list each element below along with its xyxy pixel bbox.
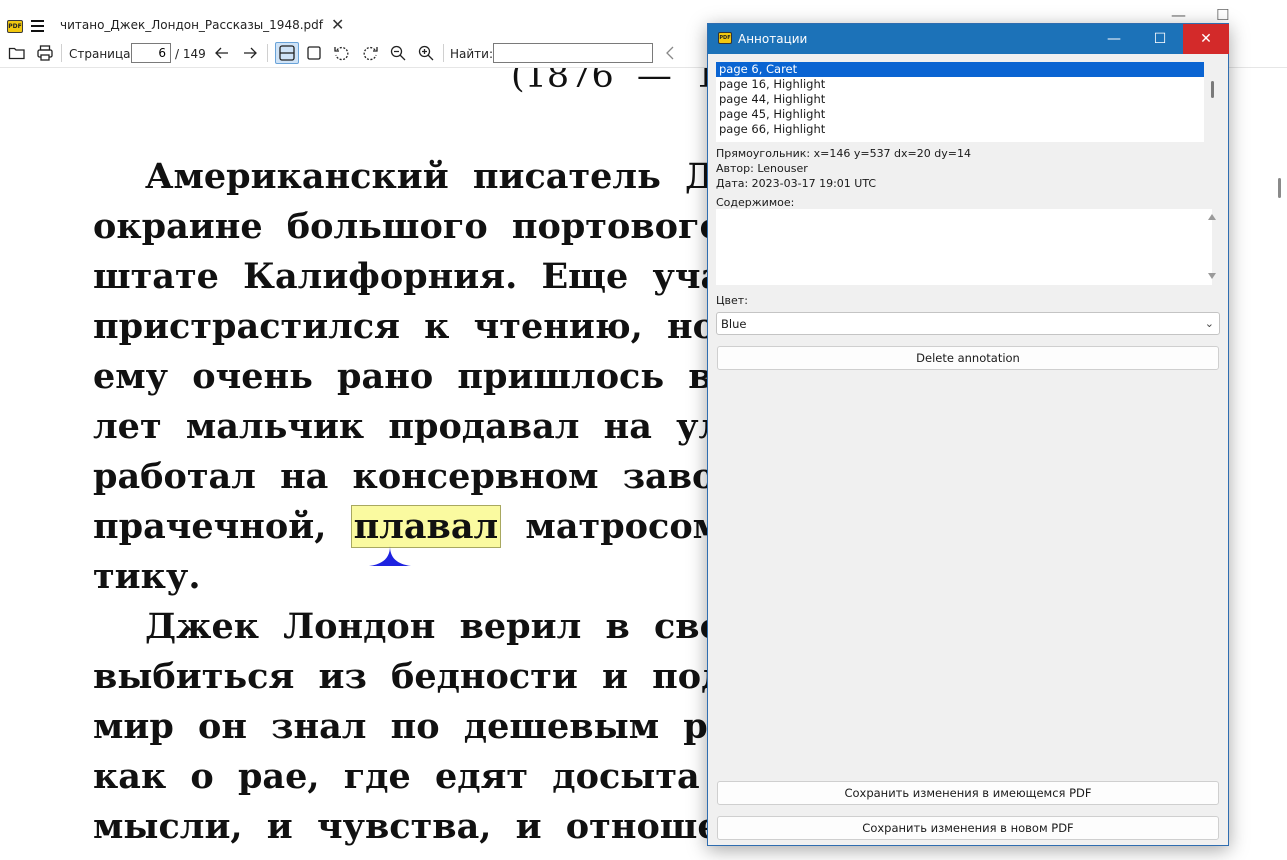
caret-annotation-icon[interactable] bbox=[369, 544, 411, 568]
scroll-up-icon[interactable] bbox=[1208, 214, 1216, 220]
annotation-date: Дата: 2023-03-17 19:01 UTC bbox=[716, 177, 877, 190]
text-line: Джек Лондон верил в свои bbox=[145, 606, 749, 647]
maximize-icon[interactable]: ☐ bbox=[1216, 6, 1229, 24]
app-logo-icon: PDF bbox=[7, 20, 23, 33]
text-line: окраине большого портового го bbox=[93, 206, 792, 247]
annotations-list[interactable]: page 6, Caret page 16, Highlight page 44… bbox=[716, 62, 1204, 142]
tab-close-icon[interactable]: ✕ bbox=[331, 15, 344, 34]
text-line: (1876 — 19 bbox=[511, 68, 740, 96]
dialog-minimize-icon[interactable]: — bbox=[1091, 24, 1137, 54]
toolbar-separator bbox=[443, 44, 444, 62]
color-select[interactable]: Blue ⌄ bbox=[716, 312, 1220, 335]
annotation-author: Автор: Lenouser bbox=[716, 162, 808, 175]
fit-width-icon[interactable] bbox=[275, 42, 299, 64]
annotation-item[interactable]: page 16, Highlight bbox=[716, 77, 1204, 92]
scroll-down-icon[interactable] bbox=[1208, 273, 1216, 279]
chevron-down-icon: ⌄ bbox=[1204, 317, 1214, 330]
print-icon[interactable] bbox=[36, 44, 54, 62]
fit-page-icon[interactable] bbox=[305, 44, 323, 62]
find-label: Найти: bbox=[450, 47, 494, 61]
rotate-right-icon[interactable] bbox=[361, 44, 379, 62]
minimize-icon[interactable]: — bbox=[1171, 6, 1186, 24]
save-new-pdf-button[interactable]: Сохранить изменения в новом PDF bbox=[717, 816, 1219, 840]
toolbar-separator bbox=[267, 44, 268, 62]
text-line: Американский писатель Дже bbox=[145, 156, 774, 197]
app-logo-icon: PDF bbox=[718, 32, 732, 44]
open-folder-icon[interactable] bbox=[8, 44, 26, 62]
content-label: Содержимое: bbox=[716, 196, 795, 209]
annotation-item[interactable]: page 6, Caret bbox=[716, 62, 1204, 77]
save-existing-pdf-button[interactable]: Сохранить изменения в имеющемся PDF bbox=[717, 781, 1219, 805]
dialog-titlebar: PDF Аннотации — ☐ ✕ bbox=[708, 24, 1229, 54]
dialog-maximize-icon[interactable]: ☐ bbox=[1137, 24, 1183, 54]
menu-icon[interactable] bbox=[31, 20, 44, 32]
color-label: Цвет: bbox=[716, 294, 748, 307]
annotations-dialog: PDF Аннотации — ☐ ✕ page 6, Caret page 1… bbox=[707, 23, 1229, 846]
page-total: / 149 bbox=[175, 47, 206, 61]
annotation-rect: Прямоугольник: x=146 y=537 dx=20 dy=14 bbox=[716, 147, 971, 160]
highlight-annotation[interactable]: плавал bbox=[350, 505, 502, 548]
zoom-in-icon[interactable] bbox=[417, 44, 435, 62]
page-label: Страница: bbox=[69, 47, 135, 61]
search-input[interactable] bbox=[493, 43, 653, 63]
rotate-left-icon[interactable] bbox=[333, 44, 351, 62]
annotation-item[interactable]: page 66, Highlight bbox=[716, 122, 1204, 137]
text-fragment: прачечной, bbox=[93, 506, 327, 547]
annotation-item[interactable]: page 44, Highlight bbox=[716, 92, 1204, 107]
delete-annotation-button[interactable]: Delete annotation bbox=[717, 346, 1219, 370]
annotation-item[interactable]: page 45, Highlight bbox=[716, 107, 1204, 122]
list-scrollbar[interactable] bbox=[1211, 81, 1214, 98]
text-line: тику. bbox=[93, 556, 201, 597]
zoom-out-icon[interactable] bbox=[389, 44, 407, 62]
color-select-value: Blue bbox=[721, 317, 747, 331]
vertical-scrollbar[interactable] bbox=[1278, 178, 1281, 198]
dialog-title: Аннотации bbox=[738, 32, 808, 46]
prev-page-icon[interactable] bbox=[213, 44, 231, 62]
page-number-input[interactable] bbox=[131, 43, 171, 63]
content-textarea[interactable] bbox=[716, 209, 1212, 285]
toolbar-separator bbox=[61, 44, 62, 62]
find-prev-icon[interactable] bbox=[662, 44, 680, 62]
document-tab-title[interactable]: читано_Джек_Лондон_Рассказы_1948.pdf bbox=[60, 18, 323, 32]
dialog-close-icon[interactable]: ✕ bbox=[1183, 24, 1229, 54]
next-page-icon[interactable] bbox=[241, 44, 259, 62]
